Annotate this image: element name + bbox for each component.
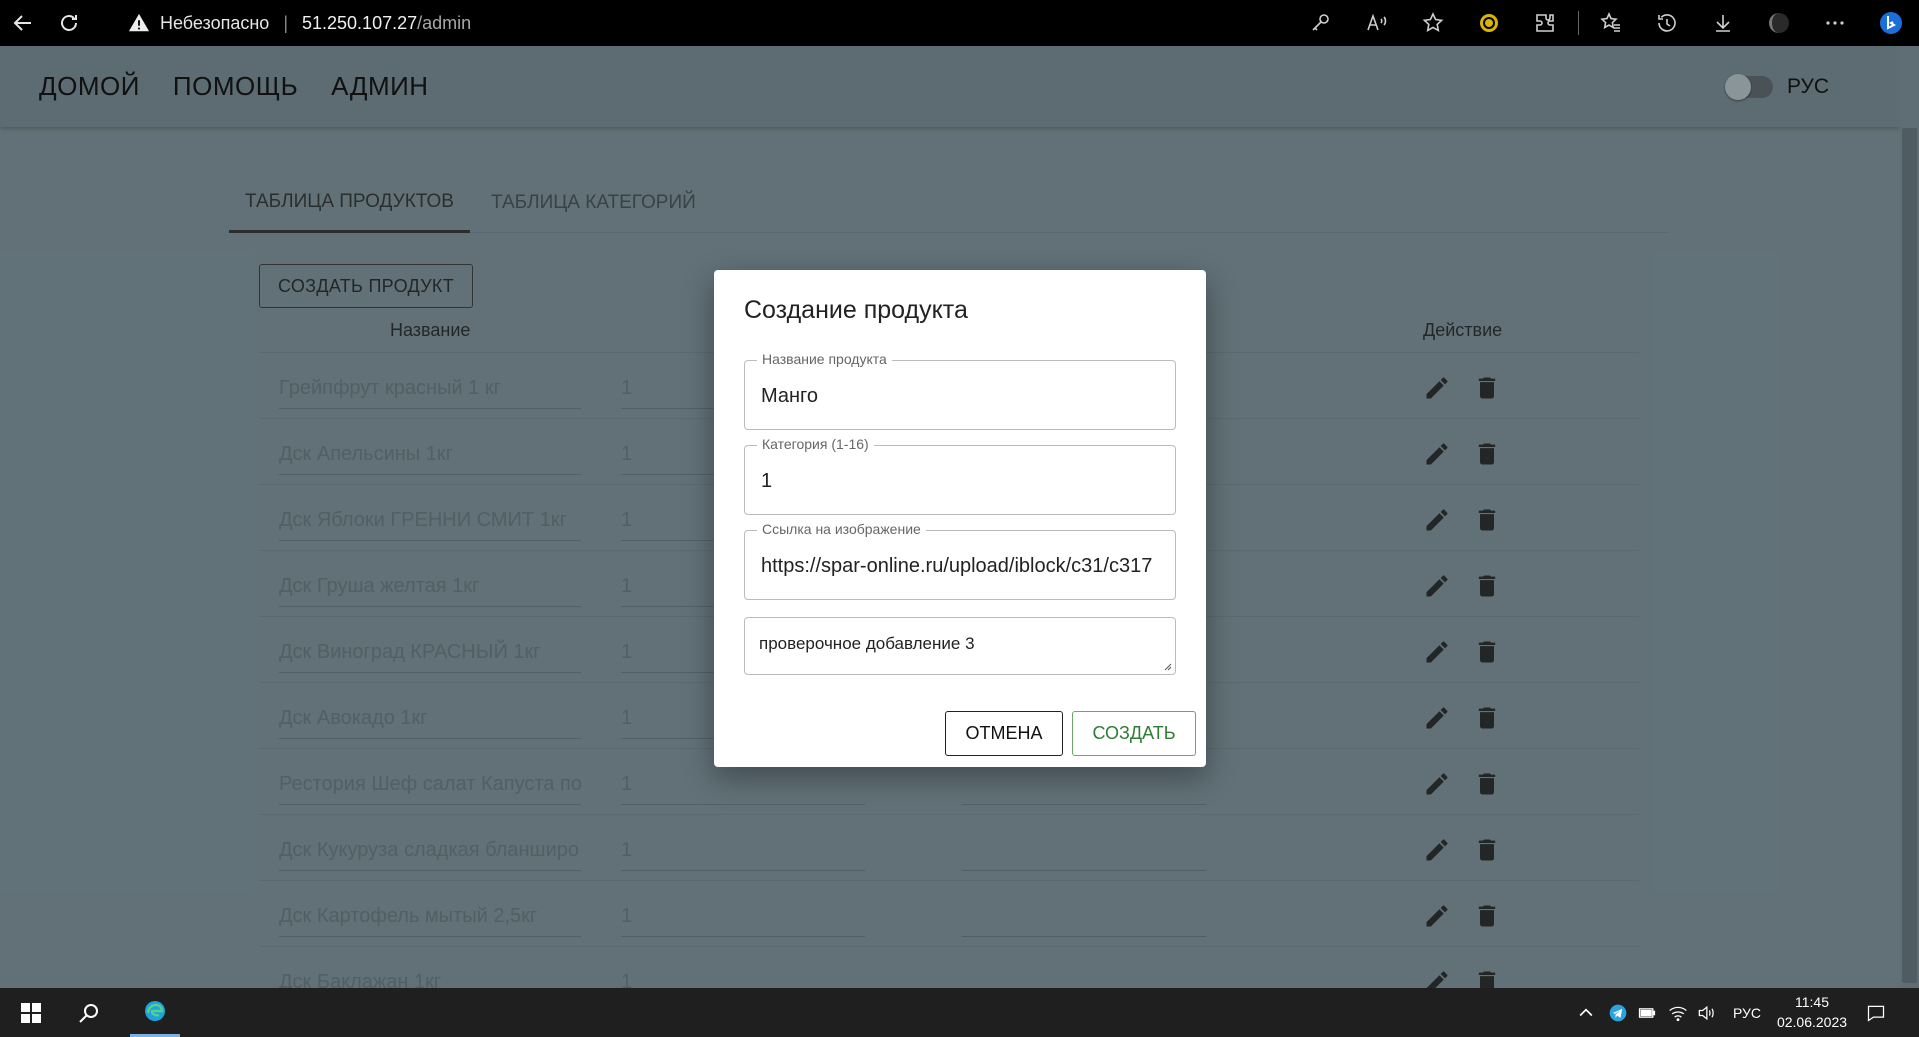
url-path: /admin — [417, 12, 472, 33]
main-nav: ДОМОЙ ПОМОЩЬ АДМИН — [39, 71, 462, 102]
submit-create-button[interactable]: СОЗДАТЬ — [1072, 711, 1196, 756]
extensions-button[interactable] — [1517, 0, 1573, 46]
downloads-button[interactable] — [1695, 0, 1751, 46]
language-switch: РУС — [1724, 46, 1829, 127]
back-arrow-icon — [13, 15, 31, 31]
app-header: ДОМОЙ ПОМОЩЬ АДМИН РУС — [0, 46, 1900, 127]
notification-icon — [1867, 1005, 1885, 1022]
search-icon — [79, 1003, 98, 1023]
page-scrollbar-thumb[interactable] — [1902, 128, 1917, 983]
taskbar-search-button[interactable] — [66, 988, 112, 1037]
battery-icon — [1638, 1007, 1656, 1018]
tray-telegram[interactable] — [1608, 988, 1632, 1037]
product-name-label: Название продукта — [757, 351, 892, 367]
address-bar[interactable]: Небезопасно | 51.250.107.27/admin — [128, 12, 471, 34]
favorites-icon — [1600, 12, 1620, 32]
toolbar-separator — [1573, 0, 1583, 46]
more-dots-icon — [1826, 21, 1844, 25]
category-label: Категория (1-16) — [757, 436, 874, 452]
image-link-field: Ссылка на изображение — [744, 521, 1176, 600]
notifications-button[interactable] — [1866, 988, 1890, 1037]
image-link-label: Ссылка на изображение — [757, 521, 926, 537]
read-aloud-icon — [1367, 13, 1387, 31]
toggle-knob — [1724, 73, 1751, 100]
browser-toolbar: Небезопасно | 51.250.107.27/admin — [0, 0, 1919, 46]
reload-icon — [61, 15, 77, 31]
category-input[interactable] — [761, 464, 1161, 498]
product-name-field: Название продукта — [744, 351, 1176, 430]
windows-logo-icon — [21, 1002, 41, 1023]
description-textarea[interactable]: проверочное добавление 3 — [759, 634, 1159, 664]
add-favorite-button[interactable] — [1405, 0, 1461, 46]
language-toggle[interactable] — [1724, 73, 1773, 100]
taskbar-edge-app[interactable] — [130, 988, 180, 1037]
puzzle-icon — [1536, 14, 1554, 32]
tray-battery[interactable] — [1637, 988, 1661, 1037]
create-product-dialog: Создание продукта Название продукта Кате… — [714, 270, 1206, 767]
clock-time: 11:45 — [1795, 994, 1829, 1010]
resize-handle-icon[interactable] — [1162, 661, 1172, 671]
history-icon — [1658, 14, 1676, 32]
windows-taskbar: РУС 11:45 02.06.2023 — [0, 988, 1919, 1037]
start-button[interactable] — [8, 988, 54, 1037]
reload-button[interactable] — [46, 0, 92, 46]
coin-icon — [1480, 14, 1498, 32]
favorites-button[interactable] — [1583, 0, 1639, 46]
tray-volume[interactable] — [1696, 988, 1720, 1037]
telegram-icon — [1609, 1004, 1627, 1021]
url-host: 51.250.107.27 — [302, 12, 418, 33]
wifi-icon — [1669, 1006, 1687, 1021]
warning-icon — [128, 13, 150, 32]
language-label: РУС — [1786, 74, 1829, 98]
back-button[interactable] — [0, 0, 46, 46]
avatar-icon — [1769, 13, 1789, 33]
cancel-button[interactable]: ОТМЕНА — [945, 711, 1063, 756]
star-add-icon — [1422, 12, 1444, 32]
edge-icon — [145, 1001, 165, 1021]
profile-button[interactable] — [1751, 0, 1807, 46]
tray-language[interactable]: РУС — [1733, 988, 1761, 1037]
key-icon — [1312, 14, 1329, 31]
description-field: проверочное добавление 3 — [744, 617, 1176, 675]
product-name-input[interactable] — [761, 379, 1161, 413]
extension-coin-button[interactable] — [1461, 0, 1517, 46]
nav-admin[interactable]: АДМИН — [331, 71, 428, 102]
dialog-title: Создание продукта — [744, 296, 968, 324]
bing-icon — [1880, 12, 1902, 34]
key-button[interactable] — [1293, 0, 1349, 46]
read-aloud-button[interactable] — [1349, 0, 1405, 46]
speaker-icon — [1698, 1005, 1714, 1020]
tray-overflow-button[interactable] — [1576, 988, 1600, 1037]
nav-help[interactable]: ПОМОЩЬ — [173, 71, 298, 102]
clock-date: 02.06.2023 — [1776, 1014, 1848, 1030]
address-separator: | — [283, 12, 288, 33]
download-icon — [1716, 15, 1730, 32]
history-button[interactable] — [1639, 0, 1695, 46]
category-field: Категория (1-16) — [744, 436, 1176, 515]
chevron-up-icon — [1579, 1007, 1593, 1016]
tray-network[interactable] — [1668, 988, 1692, 1037]
bing-button[interactable] — [1863, 0, 1919, 46]
nav-home[interactable]: ДОМОЙ — [39, 71, 140, 102]
security-label: Небезопасно — [160, 12, 270, 33]
tray-clock[interactable]: 11:45 02.06.2023 — [1772, 992, 1852, 1032]
image-link-input[interactable] — [761, 549, 1161, 583]
more-menu-button[interactable] — [1807, 0, 1863, 46]
